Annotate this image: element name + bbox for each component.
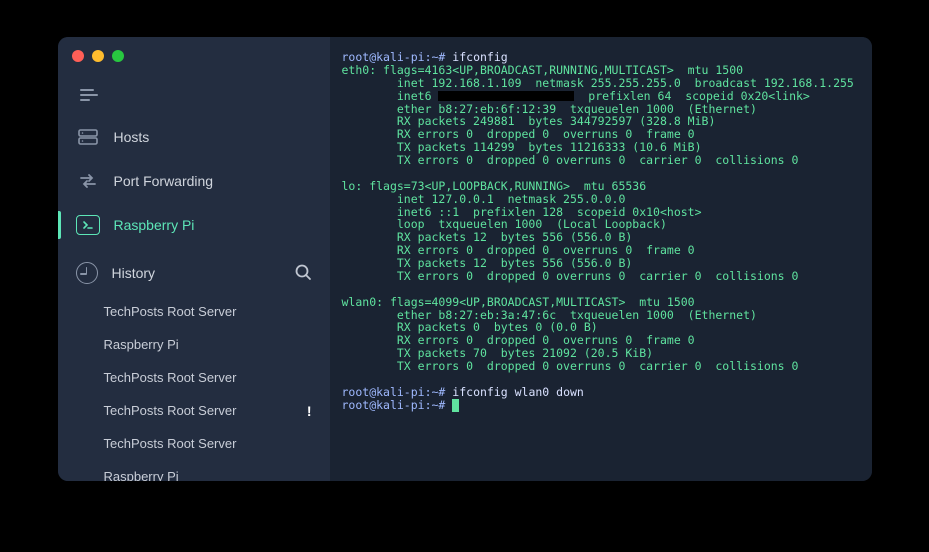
titlebar [58, 37, 330, 75]
history-item-label: TechPosts Root Server [104, 304, 237, 319]
history-label: History [112, 265, 156, 281]
cursor-icon [452, 399, 459, 412]
history-item[interactable]: Raspberry Pi [58, 460, 330, 481]
port-forwarding-icon [76, 169, 100, 193]
history-item-label: Raspberry Pi [104, 469, 179, 481]
history-list: TechPosts Root Server Raspberry Pi TechP… [58, 295, 330, 481]
command: ifconfig wlan0 down [452, 385, 584, 399]
history-icon [76, 262, 98, 284]
menu-toggle-button[interactable] [58, 75, 330, 115]
window-maximize-button[interactable] [112, 50, 124, 62]
hamburger-icon [80, 89, 98, 101]
search-icon[interactable] [294, 263, 312, 284]
history-item-label: TechPosts Root Server [104, 403, 237, 418]
history-item[interactable]: TechPosts Root Server [58, 361, 330, 394]
nav-hosts[interactable]: Hosts [58, 115, 330, 159]
redacted-block [438, 91, 574, 101]
history-item-label: TechPosts Root Server [104, 436, 237, 451]
nav-port-forwarding[interactable]: Port Forwarding [58, 159, 330, 203]
terminal-output[interactable]: root@kali-pi:~# ifconfig eth0: flags=416… [330, 37, 872, 481]
app-window: Hosts Port Forwarding Raspberry Pi [58, 37, 872, 481]
history-section: History TechPosts Root Server Raspberry … [58, 251, 330, 481]
window-minimize-button[interactable] [92, 50, 104, 62]
prompt: root@kali-pi:~# [342, 398, 446, 412]
nav-hosts-label: Hosts [114, 129, 150, 145]
history-item[interactable]: Raspberry Pi [58, 328, 330, 361]
sidebar: Hosts Port Forwarding Raspberry Pi [58, 37, 330, 481]
nav-port-forwarding-label: Port Forwarding [114, 173, 214, 189]
history-item-label: Raspberry Pi [104, 337, 179, 352]
terminal-icon [76, 215, 100, 235]
output-line: TX errors 0 dropped 0 overruns 0 carrier… [342, 153, 799, 167]
history-item-label: TechPosts Root Server [104, 370, 237, 385]
window-close-button[interactable] [72, 50, 84, 62]
history-item-flag: ! [307, 403, 312, 419]
history-header[interactable]: History [58, 251, 330, 295]
history-item[interactable]: TechPosts Root Server ! [58, 394, 330, 427]
history-item[interactable]: TechPosts Root Server [58, 295, 330, 328]
hosts-icon [76, 125, 100, 149]
history-item[interactable]: TechPosts Root Server [58, 427, 330, 460]
nav-raspberry-pi[interactable]: Raspberry Pi [58, 203, 330, 247]
output-line: TX errors 0 dropped 0 overruns 0 carrier… [342, 359, 799, 373]
output-line: TX errors 0 dropped 0 overruns 0 carrier… [342, 269, 799, 283]
nav-raspberry-pi-label: Raspberry Pi [114, 217, 195, 233]
